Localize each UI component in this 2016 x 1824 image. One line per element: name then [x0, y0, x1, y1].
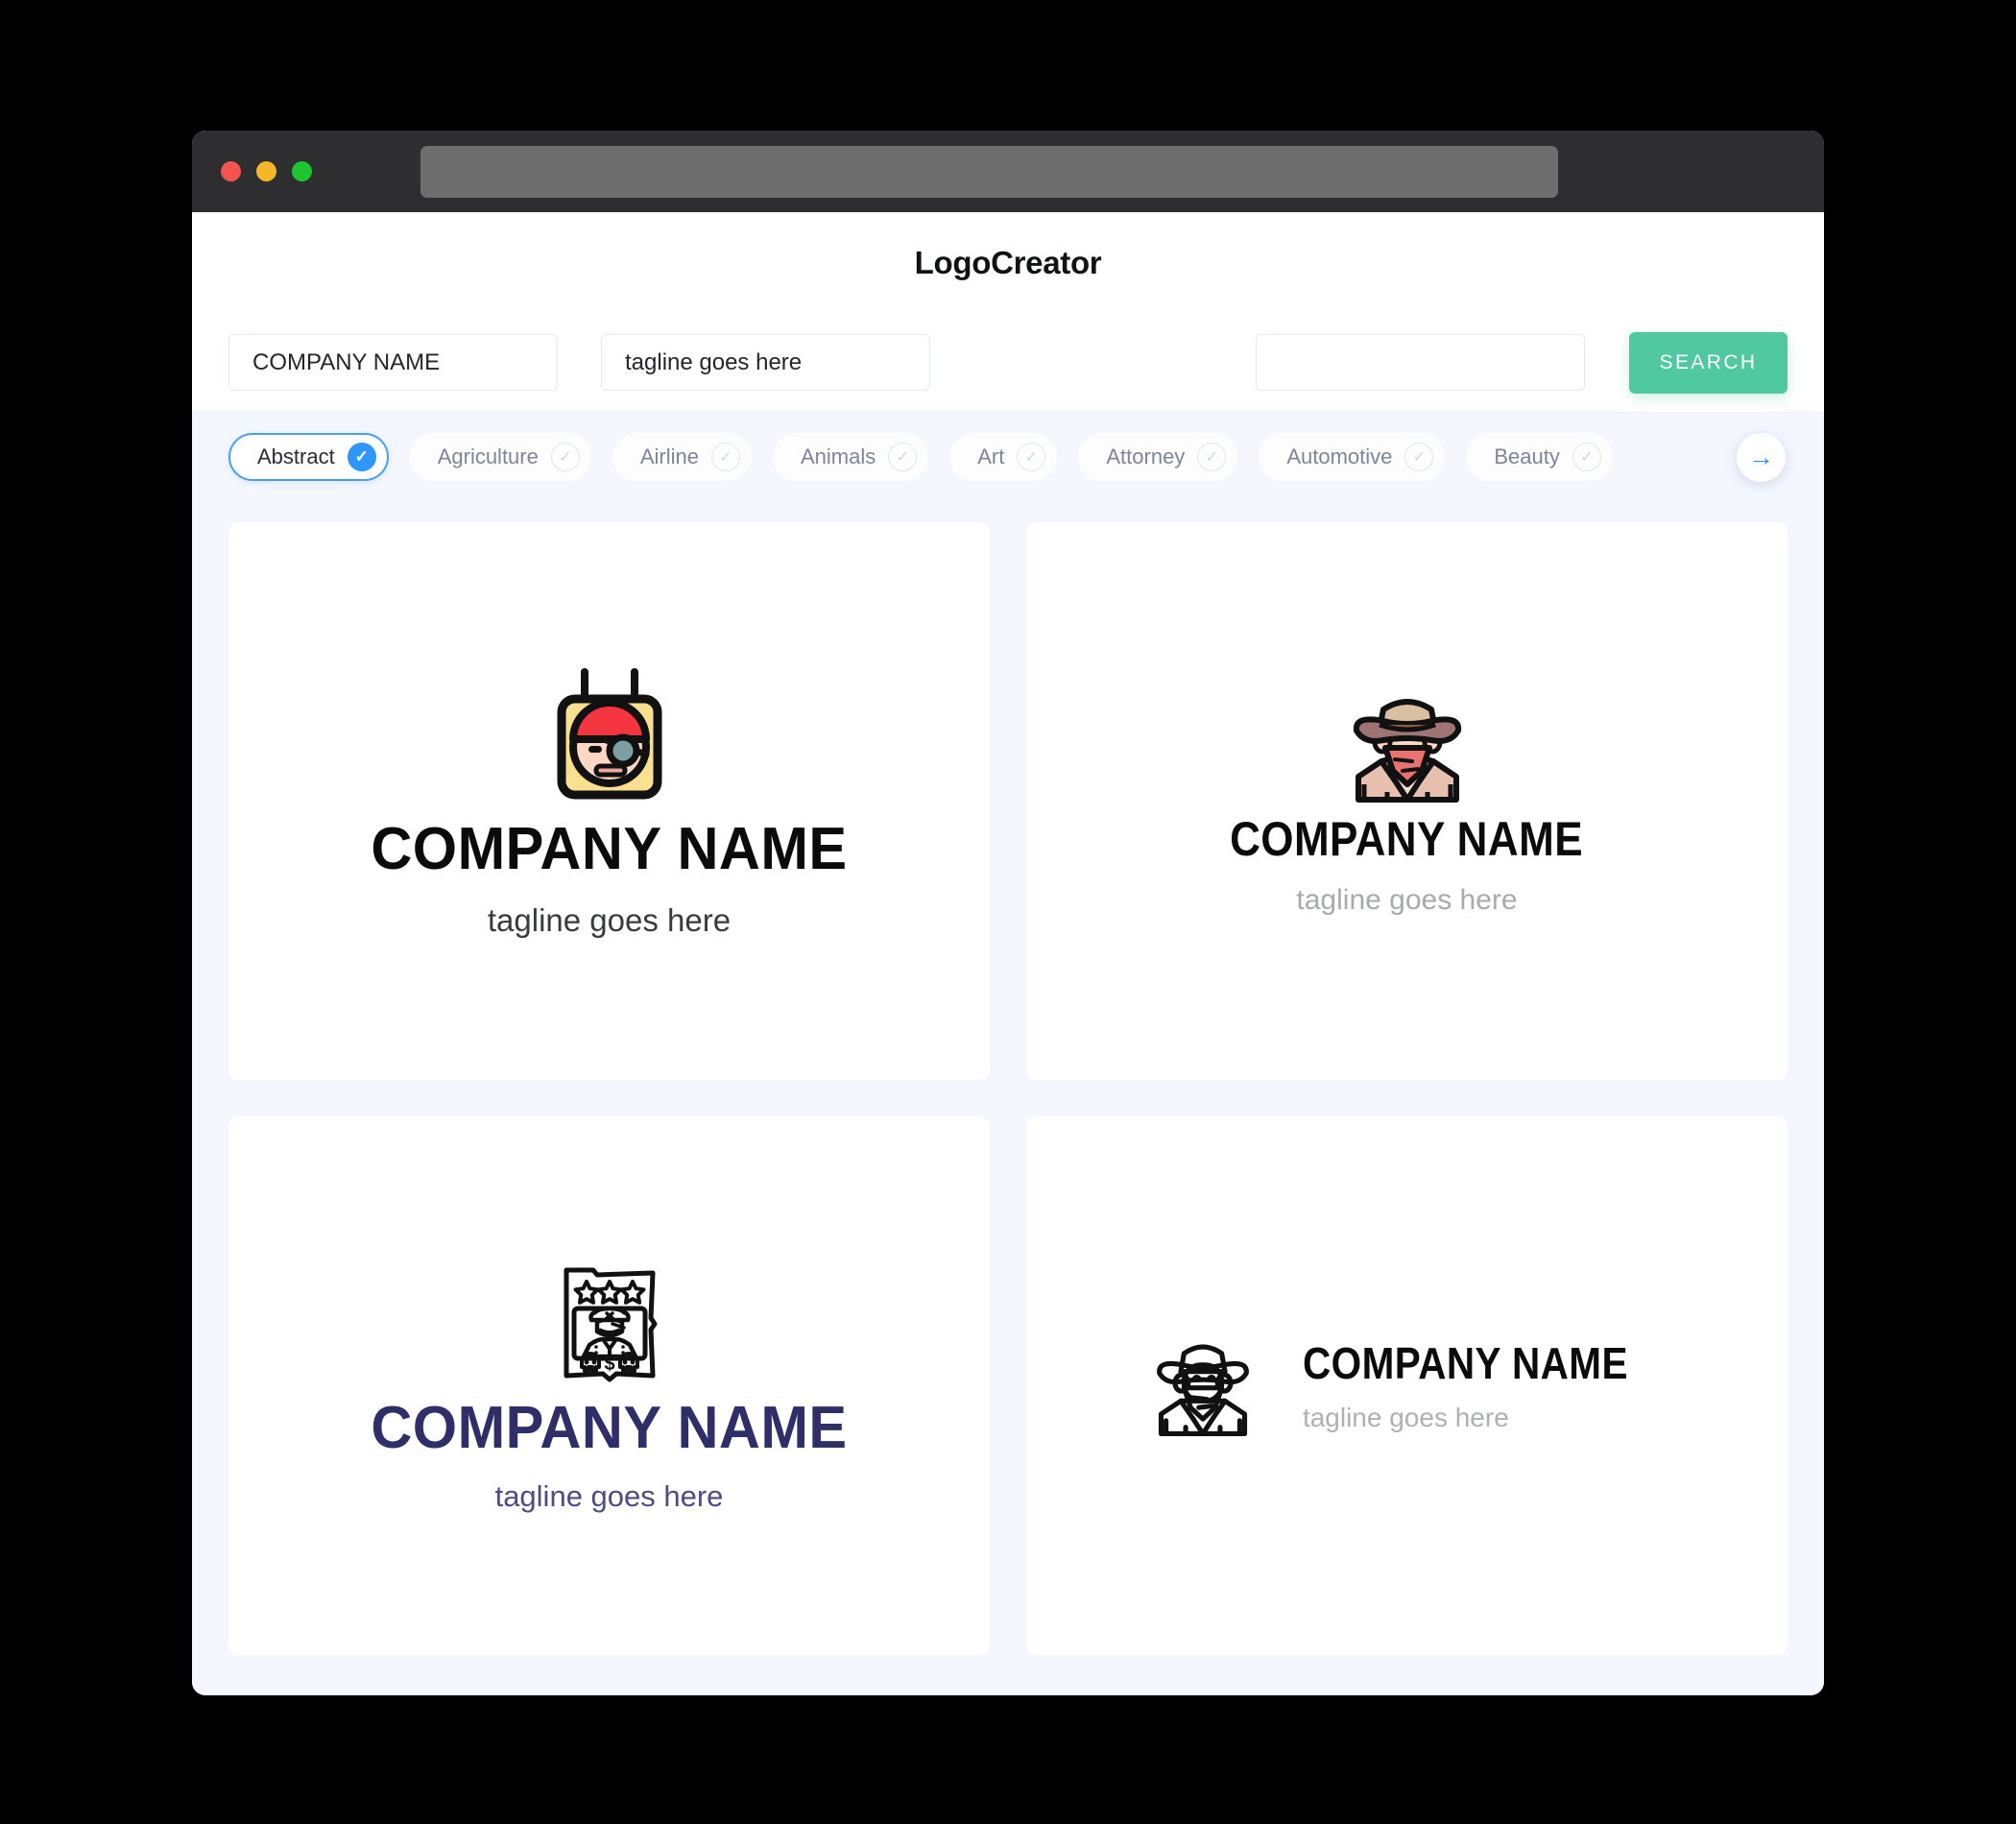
search-button[interactable]: SEARCH — [1629, 331, 1788, 394]
category-chip-label: Automotive — [1286, 444, 1393, 468]
logo-card[interactable]: COMPANY NAME tagline goes here — [1026, 1116, 1788, 1655]
check-circle-icon[interactable]: ✓ — [347, 443, 376, 471]
category-chip-label: Beauty — [1494, 444, 1560, 468]
window-titlebar — [192, 131, 1824, 212]
logo-card[interactable]: $ COMPANY NAME tagline goes here — [228, 1116, 990, 1655]
keyword-input[interactable] — [1256, 334, 1585, 391]
app-title: LogoCreator — [914, 244, 1102, 280]
logo-tagline: tagline goes here — [487, 902, 732, 938]
check-circle-icon[interactable]: ✓ — [1572, 443, 1601, 471]
category-chip-label: Art — [977, 444, 1005, 468]
category-chip-attorney[interactable]: Attorney ✓ — [1078, 433, 1238, 481]
wanted-poster-icon: $ — [557, 1260, 662, 1385]
logo-tagline: tagline goes here — [1296, 883, 1518, 916]
close-window-button[interactable] — [221, 161, 241, 181]
pirate-badge-icon — [546, 666, 673, 810]
browser-window: LogoCreator SEARCH Abstract ✓ Agriculture ✓… — [192, 131, 1824, 1695]
logo-company-name: COMPANY NAME — [1230, 811, 1584, 866]
cowboy-outline-icon — [1141, 1331, 1264, 1442]
cowboy-bandit-icon — [1335, 688, 1479, 804]
browser-url-bar[interactable] — [420, 145, 1558, 198]
logo-card[interactable]: COMPANY NAME tagline goes here — [228, 522, 990, 1080]
logo-company-name: COMPANY NAME — [1302, 1337, 1628, 1388]
logo-card[interactable]: COMPANY NAME tagline goes here — [1026, 522, 1788, 1080]
category-chip-automotive[interactable]: Automotive ✓ — [1259, 433, 1446, 481]
search-toolbar: SEARCH — [192, 313, 1824, 413]
logo-company-name: COMPANY NAME — [371, 1395, 848, 1461]
check-circle-icon[interactable]: ✓ — [888, 443, 918, 471]
category-chip-label: Animals — [801, 444, 876, 468]
category-chip-animals[interactable]: Animals ✓ — [773, 433, 929, 481]
category-chip-beauty[interactable]: Beauty ✓ — [1466, 433, 1613, 481]
tagline-input[interactable] — [601, 334, 930, 391]
app-header: LogoCreator — [192, 212, 1824, 313]
category-chip-label: Attorney — [1106, 444, 1186, 468]
minimize-window-button[interactable] — [256, 161, 276, 181]
svg-text:$: $ — [604, 1354, 614, 1375]
category-chip-agriculture[interactable]: Agriculture ✓ — [409, 433, 591, 481]
check-circle-icon[interactable]: ✓ — [1197, 443, 1227, 471]
check-circle-icon[interactable]: ✓ — [550, 443, 580, 471]
category-chip-label: Airline — [639, 444, 699, 468]
category-chip-label: Abstract — [257, 444, 335, 468]
category-chip-list[interactable]: Abstract ✓ Agriculture ✓ Airline ✓ Animals ✓ Art… — [228, 413, 1824, 501]
category-chip-label: Agriculture — [437, 444, 539, 468]
arrow-right-icon[interactable]: → — [1737, 433, 1786, 482]
maximize-window-button[interactable] — [292, 161, 312, 181]
logo-tagline: tagline goes here — [1302, 1402, 1509, 1432]
logo-results-grid: COMPANY NAME tagline goes here COMPANY N… — [192, 501, 1824, 1695]
category-chip-art[interactable]: Art ✓ — [949, 433, 1058, 481]
check-circle-icon[interactable]: ✓ — [1017, 443, 1046, 471]
traffic-light-buttons — [221, 161, 312, 181]
check-circle-icon[interactable]: ✓ — [711, 443, 740, 471]
check-circle-icon[interactable]: ✓ — [1404, 443, 1434, 471]
logo-tagline: tagline goes here — [494, 1479, 724, 1513]
company-name-input[interactable] — [228, 334, 558, 391]
logo-company-name: COMPANY NAME — [371, 816, 848, 882]
category-chip-airline[interactable]: Airline ✓ — [612, 433, 752, 481]
category-filter-bar: Abstract ✓ Agriculture ✓ Airline ✓ Animals ✓ Art… — [192, 413, 1824, 501]
category-chip-abstract[interactable]: Abstract ✓ — [228, 433, 389, 481]
